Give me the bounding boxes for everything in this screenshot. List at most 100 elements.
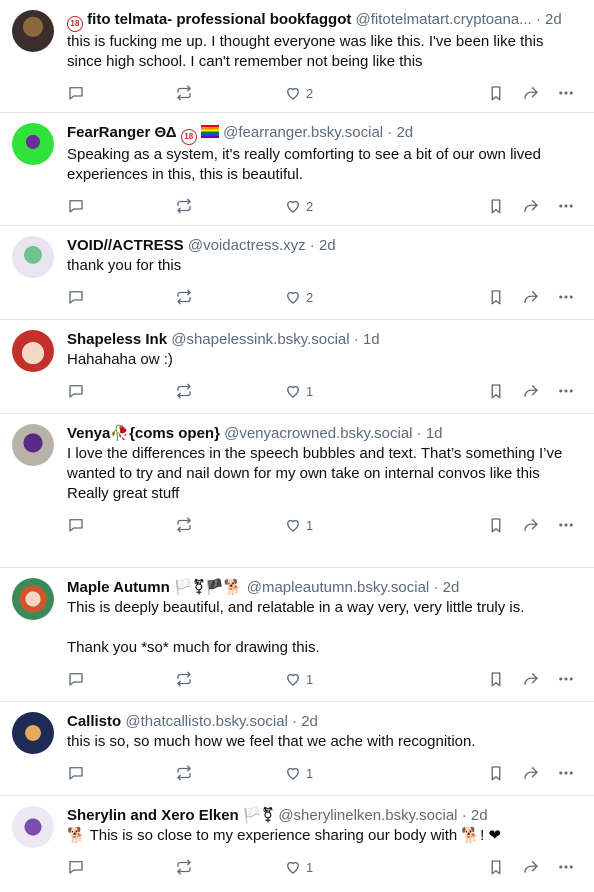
- post[interactable]: Sherylin and Xero Elken 🏳️⚧ @sherylinelk…: [0, 796, 594, 892]
- more-icon: [559, 771, 573, 775]
- reply-button[interactable]: [67, 197, 85, 215]
- flags-emoji: 🏳️⚧: [242, 807, 275, 824]
- repost-button[interactable]: [175, 764, 193, 782]
- author-handle[interactable]: @shapelessink.bsky.social: [171, 331, 349, 348]
- avatar[interactable]: [12, 712, 54, 754]
- more-button[interactable]: [557, 858, 575, 876]
- reply-button[interactable]: [67, 288, 85, 306]
- share-button[interactable]: [522, 288, 540, 306]
- bookmark-button[interactable]: [487, 84, 505, 102]
- author-name[interactable]: VOID//ACTRESS: [67, 237, 184, 254]
- author-handle[interactable]: @venyacrowned.bsky.social: [224, 425, 412, 442]
- bookmark-button[interactable]: [487, 670, 505, 688]
- bookmark-button[interactable]: [487, 516, 505, 534]
- like-button[interactable]: 1: [284, 670, 313, 688]
- share-icon: [524, 519, 538, 531]
- reply-button[interactable]: [67, 764, 85, 782]
- like-button[interactable]: 1: [284, 764, 313, 782]
- post-time[interactable]: 1d: [363, 331, 380, 348]
- author-handle[interactable]: @thatcallisto.bsky.social: [125, 713, 288, 730]
- share-button[interactable]: [522, 858, 540, 876]
- avatar[interactable]: [12, 10, 54, 52]
- author-handle[interactable]: @fitotelmatart.cryptoana...: [356, 11, 532, 28]
- post[interactable]: Maple Autumn 🏳️⚧🏴🐕 @mapleautumn.bsky.soc…: [0, 568, 594, 702]
- bookmark-button[interactable]: [487, 858, 505, 876]
- more-button[interactable]: [557, 288, 575, 306]
- repost-button[interactable]: [175, 382, 193, 400]
- repost-button[interactable]: [175, 197, 193, 215]
- repost-button[interactable]: [175, 288, 193, 306]
- more-button[interactable]: [557, 197, 575, 215]
- author-name[interactable]: FearRanger ΘΔ: [67, 124, 177, 141]
- reply-button[interactable]: [67, 858, 85, 876]
- reply-button[interactable]: [67, 382, 85, 400]
- share-button[interactable]: [522, 764, 540, 782]
- avatar[interactable]: [12, 236, 54, 278]
- author-name[interactable]: Shapeless Ink: [67, 331, 167, 348]
- post-time[interactable]: 1d: [426, 425, 443, 442]
- repost-button[interactable]: [175, 670, 193, 688]
- share-button[interactable]: [522, 382, 540, 400]
- like-button[interactable]: 2: [284, 84, 313, 102]
- avatar[interactable]: [12, 123, 54, 165]
- bookmark-button[interactable]: [487, 288, 505, 306]
- bookmark-button[interactable]: [487, 382, 505, 400]
- author-name[interactable]: fito telmata- professional bookfaggot: [87, 11, 351, 28]
- author-handle[interactable]: @voidactress.xyz: [188, 237, 306, 254]
- like-button[interactable]: 2: [284, 197, 313, 215]
- author-name[interactable]: Sherylin and Xero Elken: [67, 807, 239, 824]
- more-button[interactable]: [557, 670, 575, 688]
- post-header: Sherylin and Xero Elken 🏳️⚧ @sherylinelk…: [67, 807, 488, 824]
- share-icon: [524, 385, 538, 397]
- author-handle[interactable]: @mapleautumn.bsky.social: [247, 579, 430, 596]
- avatar[interactable]: [12, 330, 54, 372]
- repost-button[interactable]: [175, 858, 193, 876]
- more-button[interactable]: [557, 382, 575, 400]
- share-button[interactable]: [522, 84, 540, 102]
- reply-button[interactable]: [67, 516, 85, 534]
- heart-icon: [287, 767, 299, 780]
- author-handle[interactable]: @sherylinelken.bsky.social: [278, 807, 457, 824]
- post-text: Speaking as a system, it's really comfor…: [67, 146, 546, 183]
- more-icon: [559, 204, 573, 208]
- post[interactable]: Shapeless Ink @shapelessink.bsky.social …: [0, 320, 594, 414]
- post[interactable]: VOID//ACTRESS @voidactress.xyz · 2d than…: [0, 226, 594, 320]
- more-button[interactable]: [557, 764, 575, 782]
- more-button[interactable]: [557, 516, 575, 534]
- post[interactable]: Venya🥀{coms open} @venyacrowned.bsky.soc…: [0, 414, 594, 568]
- like-button[interactable]: 2: [284, 288, 313, 306]
- more-button[interactable]: [557, 84, 575, 102]
- like-button[interactable]: 1: [284, 858, 313, 876]
- like-button[interactable]: 1: [284, 516, 313, 534]
- heart-icon: [287, 673, 299, 686]
- repost-button[interactable]: [175, 84, 193, 102]
- like-button[interactable]: 1: [284, 382, 313, 400]
- avatar[interactable]: [12, 578, 54, 620]
- share-button[interactable]: [522, 516, 540, 534]
- post-time[interactable]: 2d: [396, 124, 413, 141]
- author-handle[interactable]: @fearranger.bsky.social: [223, 124, 383, 141]
- reply-button[interactable]: [67, 84, 85, 102]
- post-time[interactable]: 2d: [471, 807, 488, 824]
- post[interactable]: Callisto @thatcallisto.bsky.social · 2d …: [0, 702, 594, 796]
- avatar[interactable]: [12, 424, 54, 466]
- author-name[interactable]: Callisto: [67, 713, 121, 730]
- repost-icon: [177, 198, 191, 214]
- author-name[interactable]: Venya: [67, 425, 110, 442]
- bookmark-button[interactable]: [487, 764, 505, 782]
- avatar[interactable]: [12, 806, 54, 848]
- post-time[interactable]: 2d: [545, 11, 562, 28]
- share-button[interactable]: [522, 670, 540, 688]
- post[interactable]: 18 fito telmata- professional bookfaggot…: [0, 0, 594, 113]
- author-name[interactable]: Maple Autumn: [67, 579, 170, 596]
- bookmark-button[interactable]: [487, 197, 505, 215]
- reply-button[interactable]: [67, 670, 85, 688]
- author-name-suffix[interactable]: {coms open}: [129, 425, 220, 442]
- post-time[interactable]: 2d: [443, 579, 460, 596]
- like-count: 1: [306, 765, 314, 781]
- post-time[interactable]: 2d: [301, 713, 318, 730]
- share-button[interactable]: [522, 197, 540, 215]
- post-time[interactable]: 2d: [319, 237, 336, 254]
- post[interactable]: FearRanger ΘΔ 18 @fearranger.bsky.social…: [0, 113, 594, 226]
- repost-button[interactable]: [175, 516, 193, 534]
